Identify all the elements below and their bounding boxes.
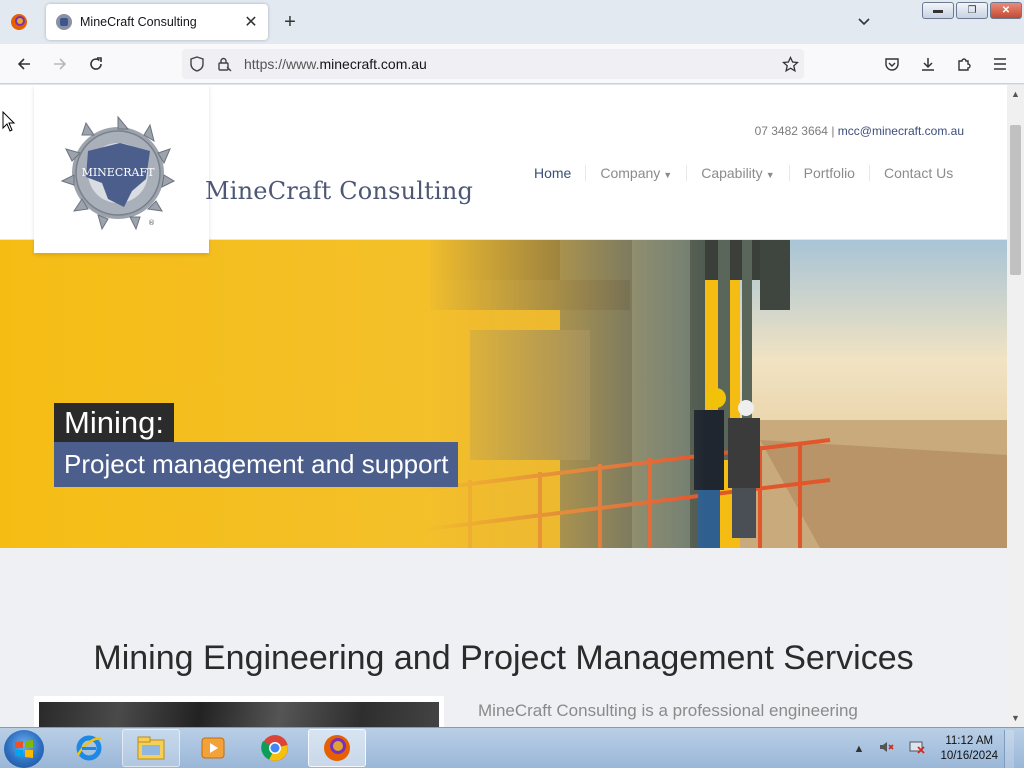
nav-portfolio-label: Portfolio [803,165,855,181]
new-tab-plus-icon[interactable]: + [278,10,302,34]
show-hidden-icons-arrow-icon[interactable]: ▲ [854,743,865,755]
file-explorer-icon[interactable] [122,729,180,767]
clock-time: 11:12 AM [945,734,994,747]
forward-arrow-icon[interactable] [48,52,72,76]
nav-home[interactable]: Home [520,165,585,181]
pocket-icon[interactable] [880,52,904,76]
nav-company-label: Company [600,165,661,181]
nav-contact-us-label: Contact Us [883,165,954,181]
firefox-taskbar-icon[interactable] [308,729,366,767]
header-contact: 07 3482 3664 | mcc@minecraft.com.au [755,124,964,138]
bookmark-star-icon[interactable] [778,52,802,76]
tab-title: MineCraft Consulting [80,15,197,29]
content-section: Mining Engineering and Project Managemen… [0,548,1007,727]
browser-tab-bar: MineCraft Consulting ✕ + ▬ ❐ ✕ [0,0,1024,44]
browser-navigation-bar: https://www.minecraft.com.au [0,44,1024,84]
window-controls: ▬ ❐ ✕ [922,2,1022,19]
minimize-button[interactable]: ▬ [922,2,954,19]
extensions-puzzle-icon[interactable] [952,52,976,76]
logo-box[interactable]: MINECRAFT ® [34,85,209,253]
network-disconnected-icon[interactable] [908,739,926,758]
site-info-lock-icon[interactable] [215,55,233,73]
volume-muted-icon[interactable] [878,739,895,758]
reload-icon[interactable] [84,52,108,76]
scroll-up-arrow-icon[interactable]: ▲ [1007,87,1024,101]
contact-separator: | [827,124,838,138]
browser-tab[interactable]: MineCraft Consulting ✕ [46,4,268,40]
scrollbar-thumb[interactable] [1010,125,1021,275]
hero-title: Mining: [54,403,174,445]
nav-capability-label: Capability [701,165,763,181]
email-link[interactable]: mcc@minecraft.com.au [838,124,964,138]
restore-button[interactable]: ❐ [956,2,988,19]
clock-date: 10/16/2024 [940,749,998,762]
downloads-icon[interactable] [916,52,940,76]
svg-text:®: ® [148,219,155,227]
hero-banner: Mining: Project management and support [0,240,1007,548]
minecraft-saw-blade-logo-icon: MINECRAFT ® [60,115,176,231]
url-bar[interactable]: https://www.minecraft.com.au [182,49,804,79]
windows-taskbar: ▲ 11:12 AM 10/16/2024 [0,727,1024,768]
rock-photo [39,702,439,727]
system-tray: ▲ 11:12 AM 10/16/2024 [854,728,1014,768]
logo-text: MINECRAFT [82,166,156,179]
nav-capability[interactable]: Capability ▼ [686,165,788,181]
show-desktop-button[interactable] [1004,729,1014,768]
intro-text: MineCraft Consulting is a professional e… [478,701,858,720]
list-all-tabs-chevron-icon[interactable] [852,10,876,34]
content-image [34,696,444,727]
firefox-view-icon[interactable] [6,10,32,34]
caret-down-icon: ▼ [663,170,673,180]
url-text: https://www.minecraft.com.au [244,56,427,72]
chrome-icon[interactable] [246,729,304,767]
mouse-pointer-icon [2,111,16,132]
page-scrollbar[interactable]: ▲ ▼ [1007,85,1024,727]
nav-company[interactable]: Company ▼ [585,165,686,181]
phone-number: 07 3482 3664 [754,124,828,138]
brand-name[interactable]: MineCraft Consulting [205,177,473,205]
section-heading: Mining Engineering and Project Managemen… [93,639,914,677]
close-window-button[interactable]: ✕ [990,2,1022,19]
mining-site-photo [0,240,1007,548]
back-arrow-icon[interactable] [12,52,36,76]
caret-down-icon: ▼ [765,170,775,180]
page-viewport: 07 3482 3664 | mcc@minecraft.com.au Home… [0,85,1007,727]
nav-portfolio[interactable]: Portfolio [788,165,869,181]
hero-subtitle: Project management and support [54,442,459,487]
start-button-windows-icon[interactable] [4,730,44,768]
menu-hamburger-icon[interactable] [988,52,1012,76]
media-player-icon[interactable] [184,729,242,767]
internet-explorer-icon[interactable] [60,729,118,767]
taskbar-clock[interactable]: 11:12 AM 10/16/2024 [940,734,998,764]
nav-home-label: Home [534,165,572,181]
site-favicon-icon [56,14,72,30]
main-navigation: Home Company ▼ Capability ▼ Portfolio Cont… [520,165,967,181]
scroll-down-arrow-icon[interactable]: ▼ [1007,711,1024,725]
nav-contact-us[interactable]: Contact Us [868,165,967,181]
tracking-shield-icon[interactable] [188,55,206,73]
tab-close-icon[interactable]: ✕ [240,11,262,33]
